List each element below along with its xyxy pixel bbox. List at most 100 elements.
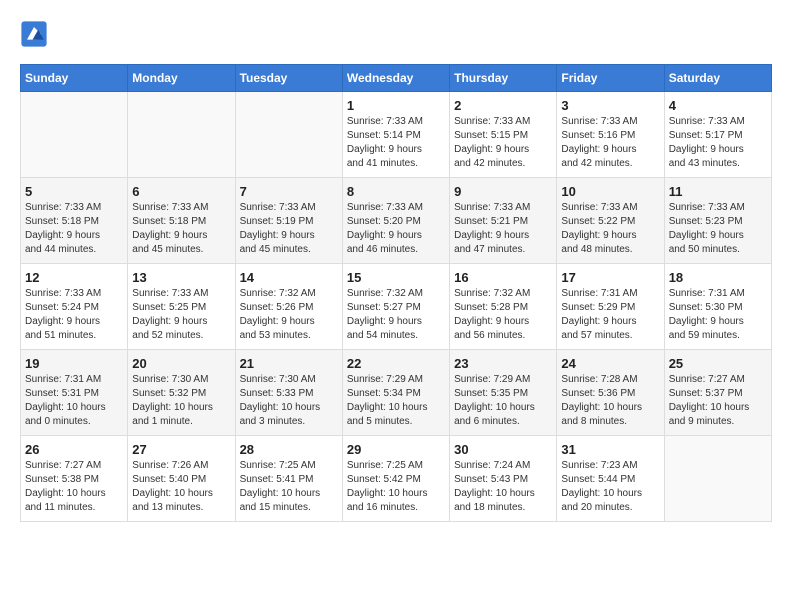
calendar-cell	[235, 92, 342, 178]
logo-icon	[20, 20, 48, 48]
day-number: 18	[669, 270, 767, 285]
day-info: Sunrise: 7:33 AM Sunset: 5:23 PM Dayligh…	[669, 201, 767, 257]
day-number: 20	[132, 356, 230, 371]
day-info: Sunrise: 7:33 AM Sunset: 5:17 PM Dayligh…	[669, 115, 767, 171]
day-number: 11	[669, 184, 767, 199]
day-number: 6	[132, 184, 230, 199]
calendar-cell: 19Sunrise: 7:31 AM Sunset: 5:31 PM Dayli…	[21, 350, 128, 436]
day-number: 10	[561, 184, 659, 199]
day-info: Sunrise: 7:25 AM Sunset: 5:41 PM Dayligh…	[240, 459, 338, 515]
calendar-cell: 30Sunrise: 7:24 AM Sunset: 5:43 PM Dayli…	[450, 436, 557, 522]
calendar-cell: 2 Sunrise: 7:33 AM Sunset: 5:15 PM Daylig…	[450, 92, 557, 178]
weekday-header: Wednesday	[342, 65, 449, 92]
calendar-cell: 11 Sunrise: 7:33 AM Sunset: 5:23 PM Dayli…	[664, 178, 771, 264]
day-number: 16	[454, 270, 552, 285]
day-number: 19	[25, 356, 123, 371]
day-number: 31	[561, 442, 659, 457]
day-number: 23	[454, 356, 552, 371]
calendar-week-row: 12Sunrise: 7:33 AM Sunset: 5:24 PM Dayli…	[21, 264, 772, 350]
day-number: 4	[669, 98, 767, 113]
weekday-header: Friday	[557, 65, 664, 92]
day-number: 21	[240, 356, 338, 371]
calendar-cell: 7 Sunrise: 7:33 AM Sunset: 5:19 PM Daylig…	[235, 178, 342, 264]
calendar-cell: 6 Sunrise: 7:33 AM Sunset: 5:18 PM Daylig…	[128, 178, 235, 264]
weekday-header: Monday	[128, 65, 235, 92]
day-number: 26	[25, 442, 123, 457]
day-number: 2	[454, 98, 552, 113]
calendar-cell	[128, 92, 235, 178]
calendar-cell: 28 Sunrise: 7:25 AM Sunset: 5:41 PM Dayli…	[235, 436, 342, 522]
day-info: Sunrise: 7:33 AM Sunset: 5:16 PM Dayligh…	[561, 115, 659, 171]
day-info: Sunrise: 7:27 AM Sunset: 5:38 PM Dayligh…	[25, 459, 123, 515]
day-number: 1	[347, 98, 445, 113]
day-number: 17	[561, 270, 659, 285]
day-number: 28	[240, 442, 338, 457]
day-number: 5	[25, 184, 123, 199]
day-info: Sunrise: 7:31 AM Sunset: 5:30 PM Dayligh…	[669, 287, 767, 343]
calendar-cell: 21 Sunrise: 7:30 AM Sunset: 5:33 PM Dayli…	[235, 350, 342, 436]
day-number: 25	[669, 356, 767, 371]
day-info: Sunrise: 7:32 AM Sunset: 5:28 PM Dayligh…	[454, 287, 552, 343]
calendar-week-row: 1 Sunrise: 7:33 AM Sunset: 5:14 PM Daylig…	[21, 92, 772, 178]
day-info: Sunrise: 7:30 AM Sunset: 5:32 PM Dayligh…	[132, 373, 230, 429]
day-number: 22	[347, 356, 445, 371]
day-number: 13	[132, 270, 230, 285]
day-number: 3	[561, 98, 659, 113]
calendar-cell: 1 Sunrise: 7:33 AM Sunset: 5:14 PM Daylig…	[342, 92, 449, 178]
day-info: Sunrise: 7:33 AM Sunset: 5:15 PM Dayligh…	[454, 115, 552, 171]
weekday-header: Thursday	[450, 65, 557, 92]
day-number: 12	[25, 270, 123, 285]
calendar-cell: 27Sunrise: 7:26 AM Sunset: 5:40 PM Dayli…	[128, 436, 235, 522]
page-header	[20, 20, 772, 48]
day-info: Sunrise: 7:23 AM Sunset: 5:44 PM Dayligh…	[561, 459, 659, 515]
calendar-cell: 31 Sunrise: 7:23 AM Sunset: 5:44 PM Dayli…	[557, 436, 664, 522]
calendar-cell: 24 Sunrise: 7:28 AM Sunset: 5:36 PM Dayli…	[557, 350, 664, 436]
day-info: Sunrise: 7:33 AM Sunset: 5:18 PM Dayligh…	[132, 201, 230, 257]
day-info: Sunrise: 7:29 AM Sunset: 5:34 PM Dayligh…	[347, 373, 445, 429]
day-number: 8	[347, 184, 445, 199]
calendar-cell	[664, 436, 771, 522]
calendar-cell: 29 Sunrise: 7:25 AM Sunset: 5:42 PM Dayli…	[342, 436, 449, 522]
calendar-cell: 26 Sunrise: 7:27 AM Sunset: 5:38 PM Dayli…	[21, 436, 128, 522]
calendar-week-row: 5 Sunrise: 7:33 AM Sunset: 5:18 PM Daylig…	[21, 178, 772, 264]
weekday-header: Saturday	[664, 65, 771, 92]
day-info: Sunrise: 7:25 AM Sunset: 5:42 PM Dayligh…	[347, 459, 445, 515]
calendar-cell: 20 Sunrise: 7:30 AM Sunset: 5:32 PM Dayli…	[128, 350, 235, 436]
day-info: Sunrise: 7:29 AM Sunset: 5:35 PM Dayligh…	[454, 373, 552, 429]
calendar-cell: 10 Sunrise: 7:33 AM Sunset: 5:22 PM Dayli…	[557, 178, 664, 264]
calendar-cell: 18 Sunrise: 7:31 AM Sunset: 5:30 PM Dayli…	[664, 264, 771, 350]
day-info: Sunrise: 7:27 AM Sunset: 5:37 PM Dayligh…	[669, 373, 767, 429]
logo	[20, 20, 52, 48]
day-info: Sunrise: 7:33 AM Sunset: 5:22 PM Dayligh…	[561, 201, 659, 257]
calendar-cell: 4 Sunrise: 7:33 AM Sunset: 5:17 PM Daylig…	[664, 92, 771, 178]
calendar-week-row: 26 Sunrise: 7:27 AM Sunset: 5:38 PM Dayli…	[21, 436, 772, 522]
calendar-cell: 12Sunrise: 7:33 AM Sunset: 5:24 PM Dayli…	[21, 264, 128, 350]
calendar-week-row: 19Sunrise: 7:31 AM Sunset: 5:31 PM Dayli…	[21, 350, 772, 436]
weekday-header-row: SundayMondayTuesdayWednesdayThursdayFrid…	[21, 65, 772, 92]
calendar-table: SundayMondayTuesdayWednesdayThursdayFrid…	[20, 64, 772, 522]
day-number: 7	[240, 184, 338, 199]
day-info: Sunrise: 7:31 AM Sunset: 5:29 PM Dayligh…	[561, 287, 659, 343]
calendar-cell: 8 Sunrise: 7:33 AM Sunset: 5:20 PM Daylig…	[342, 178, 449, 264]
calendar-cell: 25 Sunrise: 7:27 AM Sunset: 5:37 PM Dayli…	[664, 350, 771, 436]
day-info: Sunrise: 7:24 AM Sunset: 5:43 PM Dayligh…	[454, 459, 552, 515]
calendar-cell: 9Sunrise: 7:33 AM Sunset: 5:21 PM Daylig…	[450, 178, 557, 264]
day-number: 15	[347, 270, 445, 285]
day-info: Sunrise: 7:33 AM Sunset: 5:14 PM Dayligh…	[347, 115, 445, 171]
day-info: Sunrise: 7:33 AM Sunset: 5:20 PM Dayligh…	[347, 201, 445, 257]
calendar-cell: 15Sunrise: 7:32 AM Sunset: 5:27 PM Dayli…	[342, 264, 449, 350]
day-info: Sunrise: 7:33 AM Sunset: 5:25 PM Dayligh…	[132, 287, 230, 343]
weekday-header: Sunday	[21, 65, 128, 92]
day-number: 27	[132, 442, 230, 457]
day-number: 14	[240, 270, 338, 285]
calendar-cell: 14Sunrise: 7:32 AM Sunset: 5:26 PM Dayli…	[235, 264, 342, 350]
calendar-cell: 3 Sunrise: 7:33 AM Sunset: 5:16 PM Daylig…	[557, 92, 664, 178]
day-info: Sunrise: 7:33 AM Sunset: 5:21 PM Dayligh…	[454, 201, 552, 257]
day-info: Sunrise: 7:30 AM Sunset: 5:33 PM Dayligh…	[240, 373, 338, 429]
calendar-cell: 22 Sunrise: 7:29 AM Sunset: 5:34 PM Dayli…	[342, 350, 449, 436]
day-number: 29	[347, 442, 445, 457]
day-info: Sunrise: 7:28 AM Sunset: 5:36 PM Dayligh…	[561, 373, 659, 429]
weekday-header: Tuesday	[235, 65, 342, 92]
day-info: Sunrise: 7:33 AM Sunset: 5:19 PM Dayligh…	[240, 201, 338, 257]
day-number: 24	[561, 356, 659, 371]
